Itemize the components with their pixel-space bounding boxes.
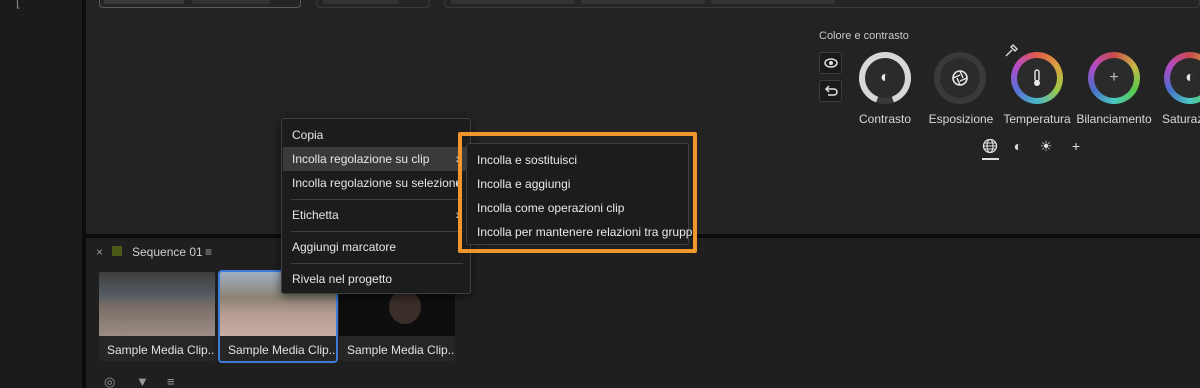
toolbar-segment[interactable] (192, 0, 270, 4)
reset-button[interactable] (819, 80, 842, 102)
menu-item-add-marker[interactable]: Aggiungi marcatore (283, 235, 470, 259)
toolbar-segment[interactable] (451, 0, 575, 4)
toolbar-segment[interactable] (104, 0, 184, 4)
toolbar-group-view[interactable] (99, 0, 301, 8)
menu-item-label: Aggiungi marcatore (292, 240, 397, 254)
eyedropper-icon[interactable] (1004, 44, 1018, 58)
menu-item-label: Incolla regolazione su selezione (292, 176, 463, 190)
left-rail: [ (0, 0, 82, 388)
menu-item-paste-adjustment-selection[interactable]: Incolla regolazione su selezione › (283, 171, 470, 195)
menu-item-copy[interactable]: Copia (283, 123, 470, 147)
plus-icon: + (1094, 58, 1134, 98)
toolbar-segment[interactable] (581, 0, 705, 4)
close-icon[interactable]: × (96, 245, 103, 259)
menu-item-label: Copia (292, 128, 324, 142)
filter-icon[interactable]: ▼ (136, 374, 149, 388)
eye-icon (823, 58, 838, 68)
hide-icon[interactable]: ◎ (104, 374, 115, 388)
clip-thumbnail[interactable]: Sample Media Clip... (99, 272, 215, 361)
color-contrast-title: Colore e contrasto (819, 30, 909, 42)
menu-item-reveal-in-project[interactable]: Rivela nel progetto (283, 267, 470, 291)
balance-dial[interactable]: + (1088, 52, 1140, 104)
rail-bracket-icon: [ (16, 0, 20, 9)
toolbar-group-tools[interactable] (316, 0, 430, 8)
clip-caption: Sample Media Clip... (220, 336, 336, 361)
sort-icon[interactable]: ≡ (167, 374, 175, 388)
visibility-toggle-button[interactable] (819, 52, 842, 74)
menu-item-label: Incolla regolazione su clip (292, 152, 430, 166)
context-menu: Copia Incolla regolazione su clip › Inco… (281, 118, 471, 294)
aperture-icon (940, 58, 980, 98)
halfmoon-icon[interactable]: ◐ (1010, 138, 1026, 154)
menu-item-label-color[interactable]: Etichetta › (283, 203, 470, 227)
saturation-icon: ◐ (1170, 58, 1200, 98)
add-mode-icon[interactable]: + (1068, 138, 1084, 154)
clip-caption: Sample Media Clip... (99, 336, 215, 361)
sequence-color-swatch (112, 246, 122, 256)
contrast-dial[interactable]: ◐ (859, 52, 911, 104)
temperature-dial[interactable] (1011, 52, 1063, 104)
callout-highlight-box (458, 132, 697, 253)
brightness-icon[interactable]: ☀ (1038, 138, 1054, 154)
menu-divider (291, 231, 463, 232)
menu-item-paste-adjustment-clip[interactable]: Incolla regolazione su clip › (283, 147, 470, 171)
menu-divider (291, 199, 463, 200)
menu-item-label: Etichetta (292, 208, 339, 222)
sequence-title: Sequence 01 (132, 245, 203, 259)
toolbar-segment[interactable] (711, 0, 835, 4)
exposure-dial[interactable] (934, 52, 986, 104)
thermometer-icon (1017, 58, 1057, 98)
menu-divider (291, 263, 463, 264)
contrast-icon: ◐ (865, 58, 905, 98)
toolbar-segment[interactable] (323, 0, 399, 4)
toolbar-group-tabs[interactable] (444, 0, 1200, 8)
reset-icon (824, 85, 838, 96)
balance-label: Bilanciamento (1076, 112, 1152, 126)
menu-icon[interactable]: ≡ (205, 245, 212, 259)
clip-caption: Sample Media Clip... (339, 336, 455, 361)
saturation-label: Saturazi (1162, 112, 1200, 126)
menu-item-label: Rivela nel progetto (292, 272, 393, 286)
mode-underline (982, 158, 999, 160)
globe-icon[interactable] (982, 138, 998, 154)
clip-image (99, 272, 215, 336)
